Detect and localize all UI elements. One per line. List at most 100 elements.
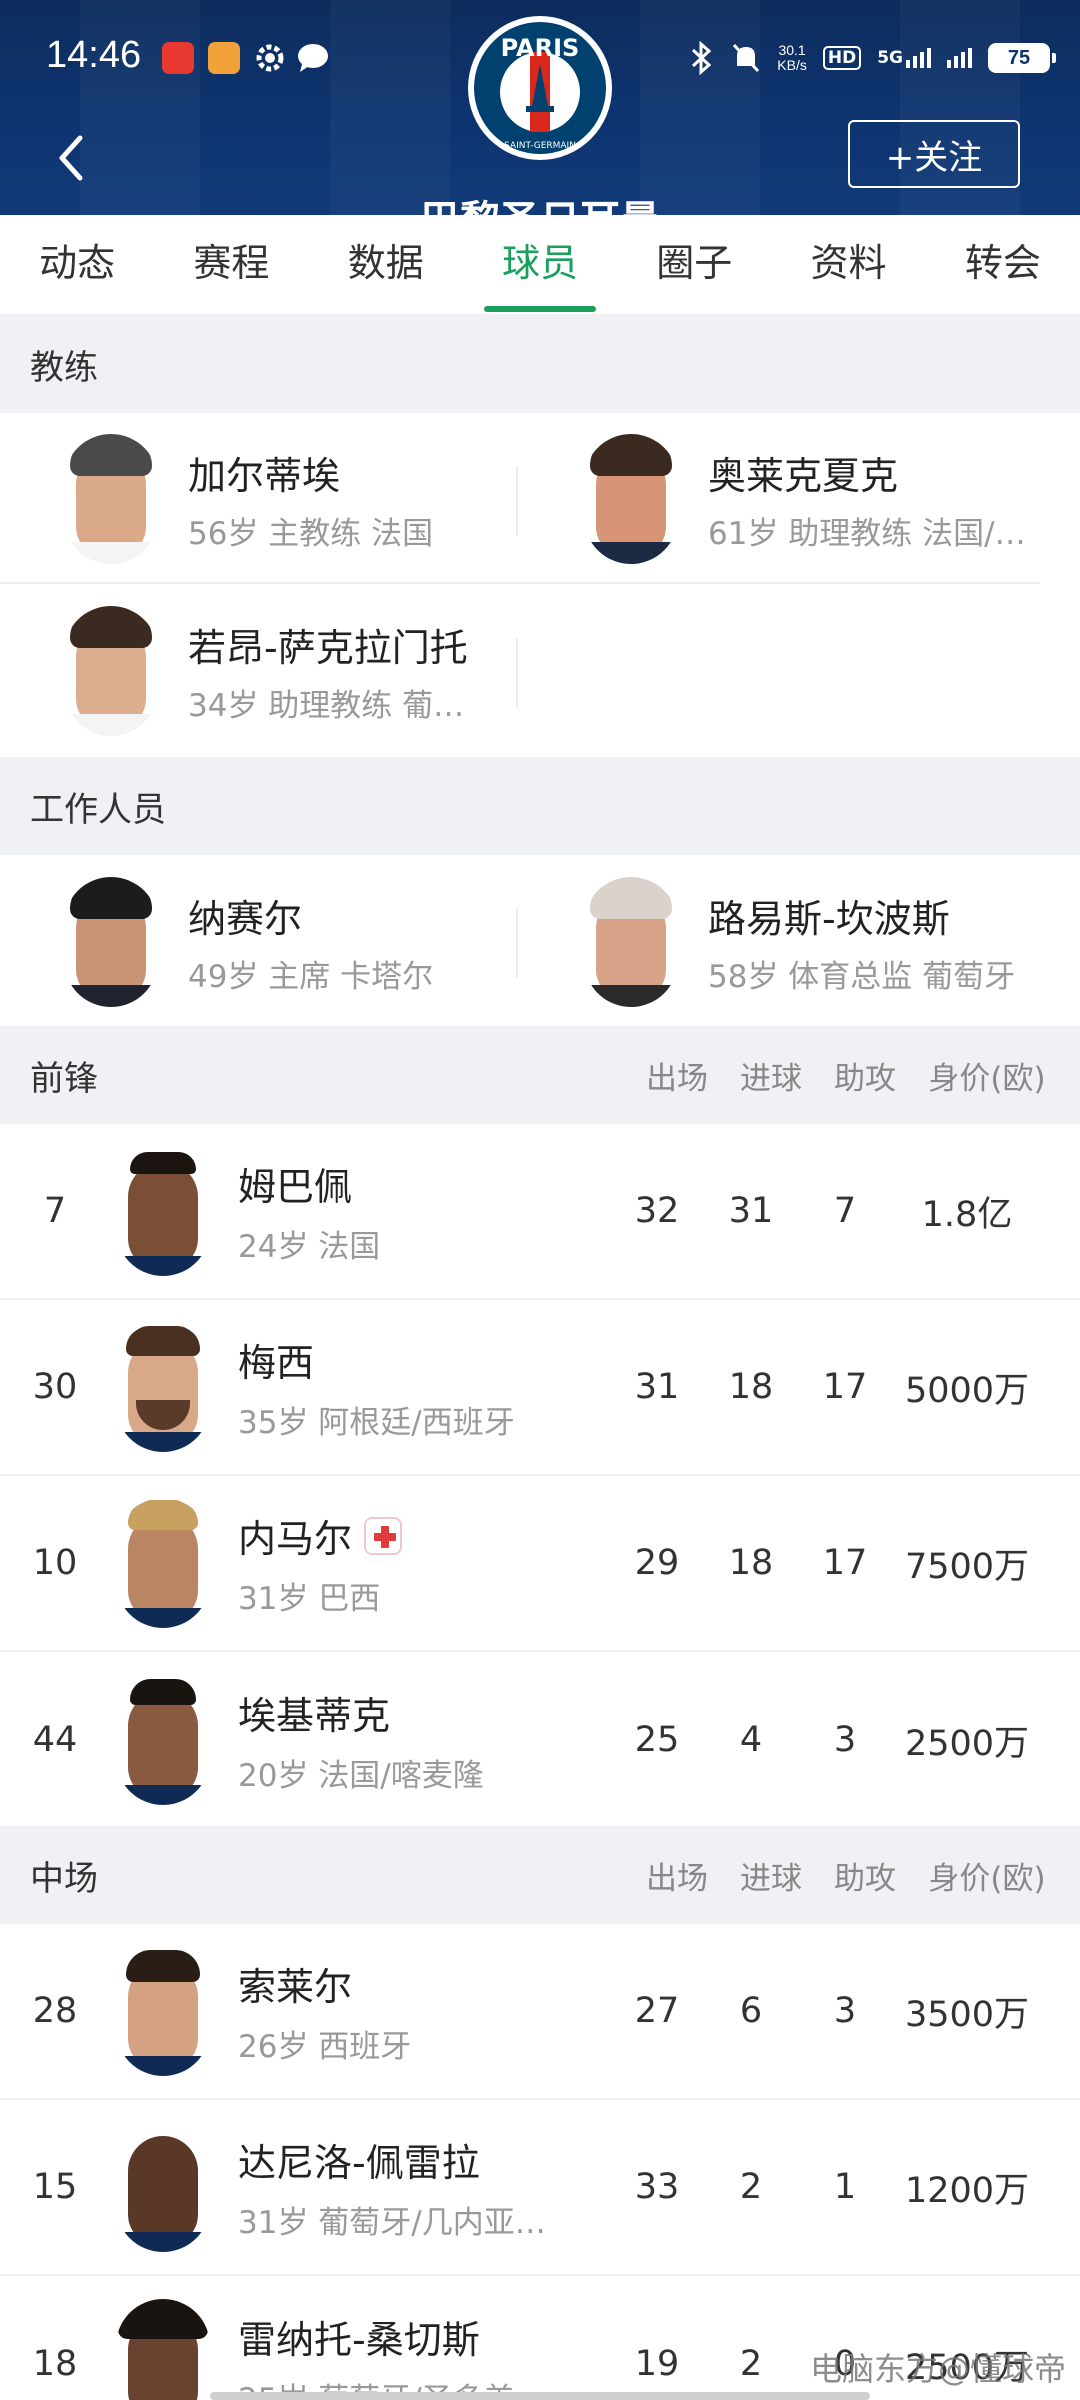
staff-card[interactable]: 路易斯-坎波斯 58岁 体育总监 葡萄牙 (584, 856, 1015, 1028)
stat-goals: 6 (739, 1991, 763, 2031)
player-name-text: 埃基蒂克 (238, 1694, 391, 1738)
hd-icon: HD (822, 46, 862, 70)
coach-card[interactable]: 奥莱克夏克 61岁 助理教练 法国/… (584, 413, 1026, 585)
tab-transfers[interactable]: 转会 (926, 215, 1080, 314)
avatar-hair (118, 2299, 208, 2339)
tab-players[interactable]: 球员 (463, 215, 617, 314)
avatar-shirt (116, 2232, 210, 2252)
player-meta: 26岁 西班牙 (238, 2029, 412, 2065)
column-header-value: 身价(欧) (928, 1060, 1046, 1097)
player-row[interactable]: 7 姆巴佩 24岁 法国 32 31 7 1.8亿 (0, 1124, 1080, 1300)
player-info: 索莱尔 26岁 西班牙 (238, 1956, 610, 2066)
player-name-text: 姆巴佩 (238, 1165, 353, 1209)
tab-data[interactable]: 数据 (309, 215, 463, 314)
avatar (584, 877, 678, 1007)
stat-value: 1200万 (904, 2170, 1030, 2211)
stat-goals: 2 (739, 2344, 763, 2384)
bluetooth-icon (692, 41, 712, 75)
player-avatar (116, 1498, 210, 1628)
avatar-hair (128, 1500, 198, 1530)
column-header-assists: 助攻 (834, 1860, 896, 1897)
logo-text: PARIS (501, 34, 580, 62)
player-info: 姆巴佩 24岁 法国 (238, 1156, 610, 1266)
avatar-hair (126, 1326, 200, 1356)
battery-icon: 75 (988, 43, 1056, 73)
player-row[interactable]: 28 索莱尔 26岁 西班牙 27 6 3 3500万 (0, 1924, 1080, 2100)
back-arrow-icon[interactable] (50, 130, 94, 186)
stat-goals: 2 (739, 2167, 763, 2207)
player-avatar (116, 2299, 210, 2400)
person-name: 加尔蒂埃 (188, 454, 341, 498)
avatar (584, 434, 678, 564)
player-name: 姆巴佩 (238, 1156, 610, 1211)
player-row[interactable]: 30 梅西 35岁 阿根廷/西班牙 31 18 17 5000万 (0, 1300, 1080, 1476)
tab-profile[interactable]: 资料 (771, 215, 925, 314)
player-row[interactable]: 15 达尼洛-佩雷拉 31岁 葡萄牙/几内亚… 33 2 1 1200万 (0, 2100, 1080, 2276)
player-name-text: 内马尔 (238, 1517, 353, 1561)
person-info: 加尔蒂埃 56岁 主教练 法国 (188, 445, 433, 553)
stat-apps: 25 (634, 1720, 680, 1760)
section-header-coaches: 教练 (0, 315, 1080, 413)
staff-card[interactable]: 纳赛尔 49岁 主席 卡塔尔 (64, 856, 433, 1028)
player-row[interactable]: 44 埃基蒂克 20岁 法国/喀麦隆 25 4 3 2500万 (0, 1652, 1080, 1828)
avatar-shirt (116, 2056, 210, 2076)
avatar-hair (590, 434, 672, 476)
player-name: 索莱尔 (238, 1956, 610, 2011)
team-name: 巴黎圣日耳曼 (0, 188, 1080, 215)
network-speed: 30.1 KB/s (777, 43, 807, 73)
column-header-goals: 进球 (740, 1060, 802, 1097)
section-title: 前锋 (30, 1058, 98, 1099)
stat-assists: 7 (833, 1191, 857, 1231)
coach-card[interactable]: 加尔蒂埃 56岁 主教练 法国 (64, 413, 433, 585)
signal-icon: 5G (877, 48, 931, 68)
player-info: 雷纳托-桑切斯 25岁 葡萄牙/圣多美… (238, 2309, 610, 2400)
stat-goals: 18 (728, 1367, 774, 1407)
tab-news[interactable]: 动态 (0, 215, 154, 314)
player-name: 梅西 (238, 1332, 610, 1387)
coach-card[interactable]: 若昂-萨克拉门托 34岁 助理教练 葡… (64, 585, 468, 757)
jersey-number: 10 (32, 1543, 78, 1583)
stat-value: 2500万 (904, 1723, 1030, 1764)
stat-assists: 3 (833, 1991, 857, 2031)
gear-icon (256, 44, 284, 72)
person-info: 纳赛尔 49岁 主席 卡塔尔 (188, 888, 433, 996)
tab-community[interactable]: 圈子 (617, 215, 771, 314)
notification-app-icon (208, 42, 240, 74)
network-speed-value: 30.1 (778, 42, 806, 58)
signal-bar (947, 60, 951, 68)
signal-label: 5G (877, 48, 903, 68)
stat-apps: 29 (634, 1543, 680, 1583)
avatar-hair (130, 1152, 196, 1174)
player-row[interactable]: 10 内马尔 31岁 巴西 29 18 17 7500万 (0, 1476, 1080, 1652)
player-name: 达尼洛-佩雷拉 (238, 2132, 610, 2187)
avatar-shirt (116, 1432, 210, 1452)
player-info: 达尼洛-佩雷拉 31岁 葡萄牙/几内亚… (238, 2132, 610, 2242)
stat-apps: 27 (634, 1991, 680, 2031)
column-header-value: 身价(欧) (928, 1860, 1046, 1897)
player-meta: 20岁 法国/喀麦隆 (238, 1758, 484, 1794)
follow-button[interactable]: +关注 (848, 120, 1020, 188)
player-avatar (116, 2122, 210, 2252)
avatar-face (128, 1691, 198, 1799)
gesture-nav-bar[interactable] (210, 2392, 870, 2400)
avatar (64, 877, 158, 1007)
player-info: 梅西 35岁 阿根廷/西班牙 (238, 1332, 610, 1442)
avatar-shirt (116, 1785, 210, 1805)
mute-icon (733, 43, 760, 73)
player-name: 埃基蒂克 (238, 1685, 610, 1740)
avatar-hair (126, 1950, 200, 1982)
stat-value: 5000万 (904, 1370, 1030, 1411)
tab-schedule[interactable]: 赛程 (154, 215, 308, 314)
person-meta: 49岁 主席 卡塔尔 (188, 959, 434, 995)
system-icons: 30.1 KB/s HD 5G 75 (689, 38, 1056, 78)
player-meta: 31岁 巴西 (238, 1581, 381, 1617)
avatar-hair (70, 877, 152, 919)
column-header-assists: 助攻 (834, 1060, 896, 1097)
signal-icon-2 (947, 48, 972, 68)
jersey-number: 15 (32, 2167, 78, 2207)
row-divider (0, 582, 1040, 584)
stat-goals: 18 (728, 1543, 774, 1583)
player-avatar (116, 1946, 210, 2076)
player-avatar (116, 1146, 210, 1276)
person-meta: 34岁 助理教练 葡… (188, 688, 465, 724)
